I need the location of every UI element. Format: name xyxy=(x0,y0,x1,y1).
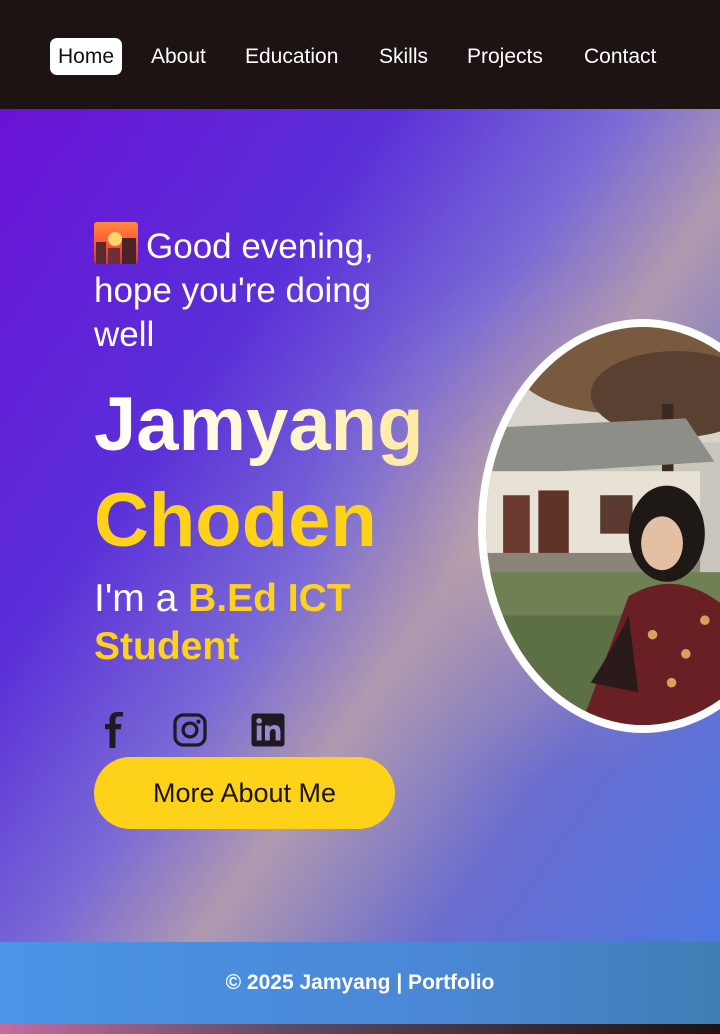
instagram-icon[interactable] xyxy=(172,711,208,749)
hero-name-last: Choden xyxy=(94,478,377,563)
more-about-me-button[interactable]: More About Me xyxy=(94,757,395,829)
hero-name: Jamyang Choden xyxy=(94,377,424,569)
greeting-text: Good evening, hope you're doing well xyxy=(94,222,424,357)
hero-name-first: Jamyang xyxy=(94,377,424,473)
facebook-icon[interactable] xyxy=(96,711,132,749)
sunset-icon xyxy=(94,222,138,264)
hero-section: Good evening, hope you're doing well Jam… xyxy=(0,109,720,942)
footer: © 2025 Jamyang | Portfolio xyxy=(0,942,720,1024)
role-prefix: I'm a xyxy=(94,577,189,620)
nav-about[interactable]: About xyxy=(151,38,206,75)
nav-contact[interactable]: Contact xyxy=(584,38,656,75)
top-nav: Home About Education Skills Projects Con… xyxy=(0,0,720,109)
bottom-strip xyxy=(0,1024,720,1034)
hero-role: I'm a B.Ed ICT Student xyxy=(94,575,394,671)
footer-copyright: © 2025 Jamyang | Portfolio xyxy=(225,971,495,994)
nav-home[interactable]: Home xyxy=(50,38,123,75)
nav-education[interactable]: Education xyxy=(245,38,338,75)
linkedin-icon[interactable] xyxy=(250,711,286,749)
nav-skills[interactable]: Skills xyxy=(379,38,428,75)
nav-projects[interactable]: Projects xyxy=(467,38,543,75)
